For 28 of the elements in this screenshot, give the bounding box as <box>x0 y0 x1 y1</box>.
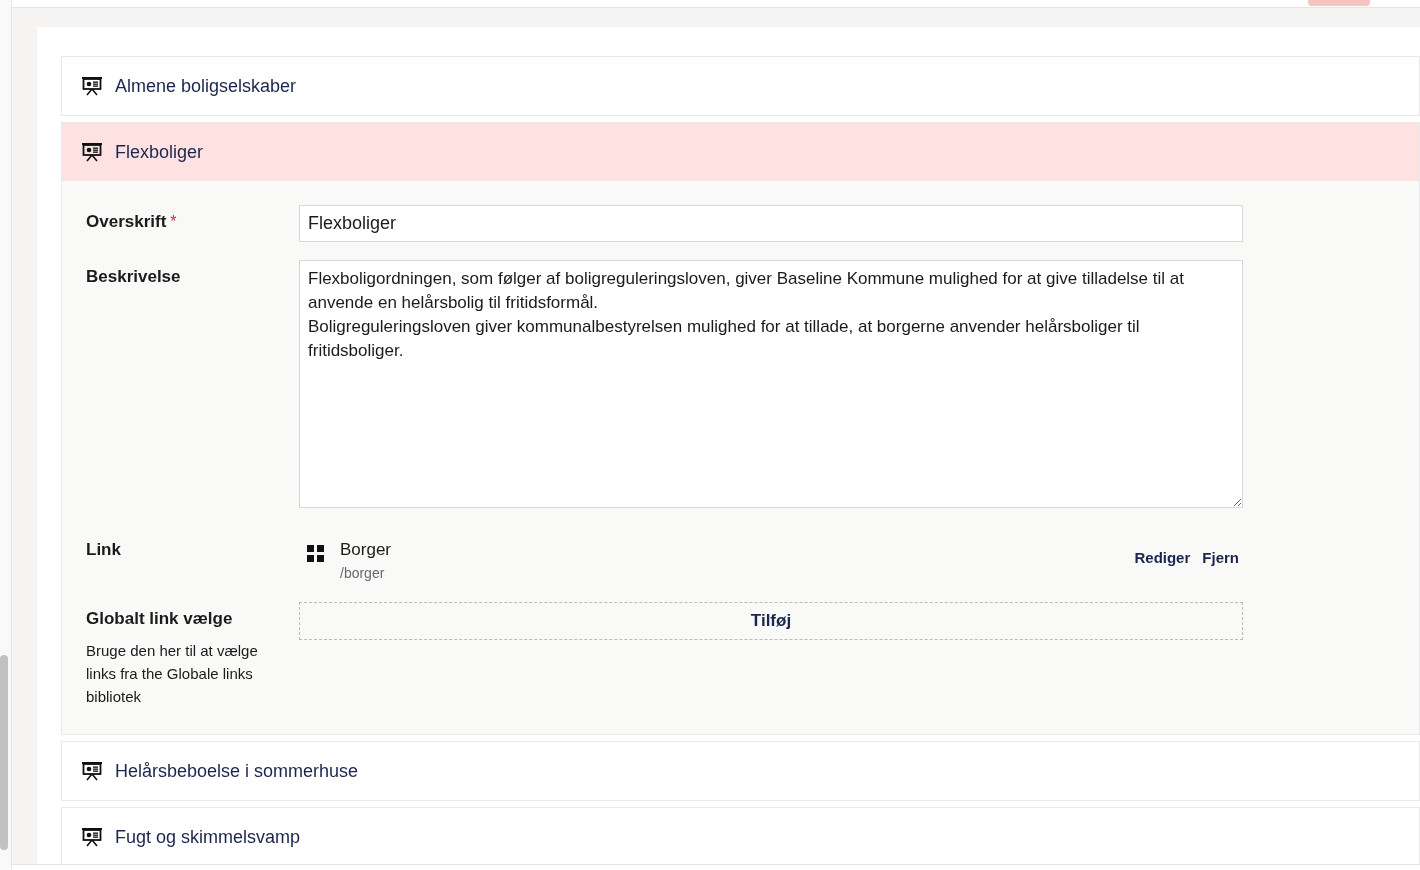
accordion-item[interactable]: Almene boligselskaber <box>61 56 1420 116</box>
required-asterisk: * <box>170 213 177 230</box>
link-name: Borger <box>340 539 392 561</box>
field-label: Globalt link vælge <box>86 608 233 628</box>
accordion-item[interactable]: Fugt og skimmelsvamp <box>61 807 1420 867</box>
heading-input[interactable]: Flexboliger <box>299 205 1243 242</box>
item-title: Flexboliger <box>115 140 204 164</box>
description-textarea[interactable]: Flexboligordningen, som følger af boligreguleringsloven, giver Baseline Kommune mulighed for at give tilladelse til at anvende en helårsbolig til fritidsformål. Boligreguleringsloven giver kommunalbestyrelsen mulighed for at tillade, at borgerne anvender helårsboliger til fritidsboliger. <box>299 260 1243 508</box>
item-title: Helårsbeboelse i sommerhuse <box>115 759 359 783</box>
link-action[interactable]: Rediger <box>1134 547 1191 570</box>
item-title: Almene boligselskaber <box>115 74 297 98</box>
presentation-board-icon <box>81 75 103 97</box>
scrollbar-thumb[interactable] <box>0 655 8 850</box>
accordion-item[interactable]: Helårsbeboelse i sommerhuse <box>61 741 1420 801</box>
presentation-board-icon <box>81 826 103 848</box>
link-action[interactable]: Fjern <box>1202 547 1239 570</box>
field-label: Overskrift <box>86 212 167 231</box>
link-path: /borger <box>340 563 386 583</box>
item-title: Fugt og skimmelsvamp <box>115 825 301 849</box>
accordion-header[interactable]: Flexboliger <box>62 123 1419 181</box>
field-label: Link <box>86 540 121 559</box>
active-tab-indicator[interactable] <box>1308 0 1370 6</box>
field-description: Bruge den her til at vælge links fra the Globale links bibliotek <box>86 641 259 707</box>
grid-icon <box>307 545 324 562</box>
field-label: Beskrivelse <box>86 267 181 286</box>
presentation-board-icon <box>81 760 103 782</box>
presentation-board-icon <box>81 141 103 163</box>
add-button[interactable]: Tilføj <box>299 601 1243 640</box>
